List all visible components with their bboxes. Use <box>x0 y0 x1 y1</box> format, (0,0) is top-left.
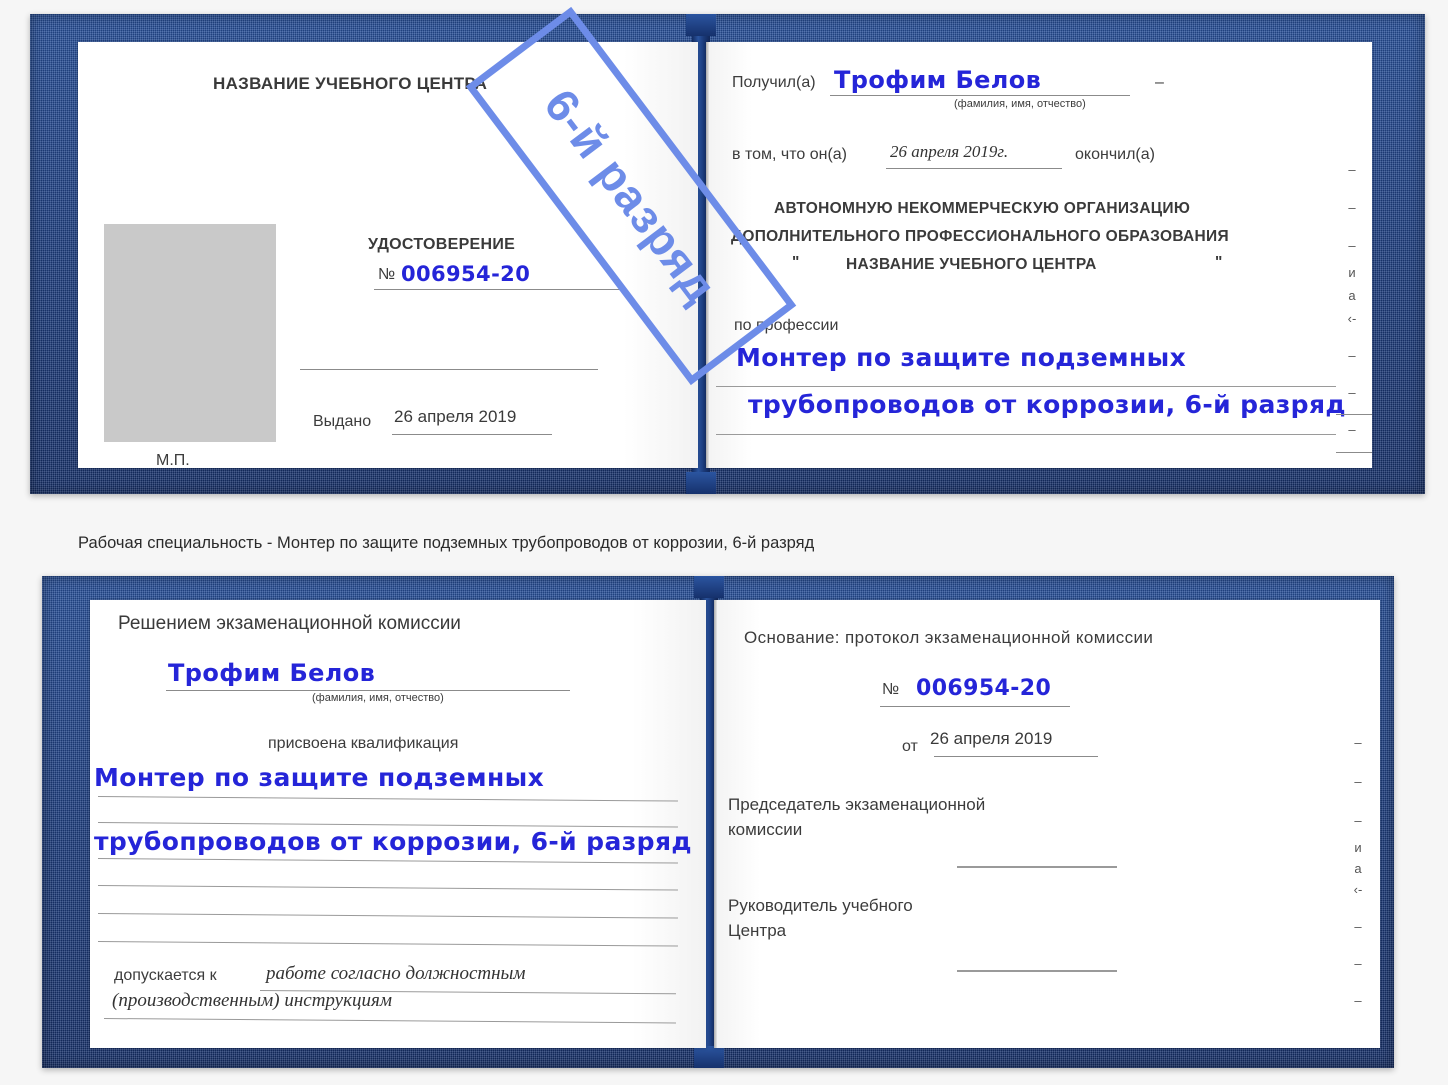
chairman-line-1: Председатель экзаменационной <box>728 795 986 814</box>
edge-frag: – <box>1354 956 1362 971</box>
profession-line-1: Монтер по защите подземных <box>736 343 1187 372</box>
certificate-number-label: № <box>378 266 396 283</box>
edge-stub-rule-1 <box>1336 414 1372 415</box>
edge-frag: – <box>1354 735 1362 750</box>
org-line-1: АВТОНОМНУЮ НЕКОММЕРЧЕСКУЮ ОРГАНИЗАЦИЮ <box>774 200 1191 217</box>
qual-rule-4 <box>97 885 678 891</box>
edge-frag: – <box>1348 348 1356 363</box>
spine-tab-top-upper <box>686 14 716 36</box>
seal-mark-label: М.П. <box>156 452 190 469</box>
edge-frag: – <box>1348 422 1356 437</box>
protocol-number-value: 006954-20 <box>916 676 1052 701</box>
fio-hint-top: (фамилия, имя, отчество) <box>954 98 1086 110</box>
allowed-value-1: работе согласно должностным <box>266 963 526 984</box>
bottom-left-header: Решением экзаменационной комиссии <box>118 613 461 634</box>
that-he-value: 26 апреля 2019г. <box>890 142 1009 161</box>
qual-rule-1 <box>97 796 678 802</box>
top-right-page: Получил(а) Трофим Белов (фамилия, имя, о… <box>706 42 1372 468</box>
issue-date-value: 26 апреля 2019 <box>394 407 517 426</box>
issue-date-rule <box>392 434 552 435</box>
bottom-right-fold <box>714 600 717 1048</box>
chairman-signature-rule <box>957 866 1117 868</box>
spine-tab-bottom-lower <box>694 1046 724 1068</box>
qual-rule-6 <box>97 941 678 947</box>
received-value: Трофим Белов <box>834 66 1042 94</box>
received-rule <box>830 95 1130 96</box>
org-line-3: НАЗВАНИЕ УЧЕБНОГО ЦЕНТРА <box>846 256 1097 273</box>
edge-stub-rule-2 <box>1336 452 1372 453</box>
allowed-value-2: (производственным) инструкциям <box>112 990 392 1011</box>
qualification-line-1: Монтер по защите подземных <box>94 763 545 792</box>
profession-label: по профессии <box>734 317 839 334</box>
bottom-right-page: Основание: протокол экзаменационной коми… <box>714 600 1380 1048</box>
head-line-1: Руководитель учебного <box>728 896 913 915</box>
qualification-label: присвоена квалификация <box>268 735 459 752</box>
qual-rule-3 <box>97 858 678 864</box>
org-line-2: ДОПОЛНИТЕЛЬНОГО ПРОФЕССИОНАЛЬНОГО ОБРАЗО… <box>731 228 1229 245</box>
edge-frag: а <box>1348 288 1356 303</box>
basis-label: Основание: протокол экзаменационной коми… <box>744 628 1154 647</box>
edge-frag: и <box>1354 840 1362 855</box>
top-left-blank-rule <box>300 369 598 370</box>
bottom-name-rule <box>166 690 570 691</box>
fio-hint-bottom: (фамилия, имя, отчество) <box>312 692 444 704</box>
profession-rule-2 <box>716 434 1336 435</box>
certificate-number-value: 006954-20 <box>401 262 531 286</box>
profession-rule-1 <box>716 386 1336 387</box>
certificate-number-rule <box>374 289 624 290</box>
bottom-left-page: Решением экзаменационной комиссии Трофим… <box>90 600 706 1048</box>
top-right-fold <box>706 42 709 468</box>
protocol-number-label: № <box>882 681 900 698</box>
received-dash: – <box>1155 74 1164 91</box>
edge-frag: – <box>1354 774 1362 789</box>
chairman-line-2: комиссии <box>728 820 803 839</box>
protocol-date-rule <box>934 756 1098 757</box>
spine-tab-bottom-upper <box>694 576 724 598</box>
photo-placeholder <box>104 224 276 442</box>
top-left-header: НАЗВАНИЕ УЧЕБНОГО ЦЕНТРА <box>213 74 488 93</box>
that-he-rule <box>886 168 1062 169</box>
bottom-right-edge-fragments: – – – и а ‹- – – – <box>1350 735 1366 1008</box>
head-line-2: Центра <box>728 921 787 940</box>
edge-frag: а <box>1354 861 1362 876</box>
allowed-label: допускается к <box>114 967 217 984</box>
edge-frag: – <box>1348 385 1356 400</box>
screenshot-root: НАЗВАНИЕ УЧЕБНОГО ЦЕНТРА УДОСТОВЕРЕНИЕ №… <box>0 0 1448 1085</box>
protocol-date-label: от <box>902 738 918 755</box>
edge-frag: и <box>1348 265 1356 280</box>
received-label: Получил(а) <box>732 74 816 91</box>
edge-frag: – <box>1354 813 1362 828</box>
edge-frag: – <box>1354 919 1362 934</box>
edge-frag: – <box>1348 200 1356 215</box>
bottom-name-value: Трофим Белов <box>168 659 376 687</box>
issue-date-label: Выдано <box>313 413 372 430</box>
top-right-edge-fragments: – – – и а ‹- – – – <box>1344 162 1360 437</box>
allowed-rule-2 <box>103 1018 676 1024</box>
that-he-label: в том, что он(а) <box>732 146 847 163</box>
edge-frag: – <box>1348 162 1356 177</box>
org-quote-close: " <box>1215 254 1223 271</box>
edge-frag: – <box>1348 238 1356 253</box>
finished-label: окончил(а) <box>1075 146 1155 163</box>
qual-rule-5 <box>97 913 678 919</box>
head-signature-rule <box>957 970 1117 972</box>
edge-frag: ‹- <box>1353 882 1363 897</box>
top-left-doc-title: УДОСТОВЕРЕНИЕ <box>368 236 516 253</box>
org-quote-open: " <box>792 254 800 271</box>
qualification-line-2: трубопроводов от коррозии, 6-й разряд <box>94 827 693 856</box>
spine-tab-top-lower <box>686 472 716 494</box>
image-caption: Рабочая специальность - Монтер по защите… <box>78 534 815 552</box>
top-left-page: НАЗВАНИЕ УЧЕБНОГО ЦЕНТРА УДОСТОВЕРЕНИЕ №… <box>78 42 698 469</box>
protocol-number-rule <box>880 706 1070 707</box>
profession-line-2: трубопроводов от коррозии, 6-й разряд <box>748 390 1347 419</box>
protocol-date-value: 26 апреля 2019 <box>930 729 1053 748</box>
edge-frag: ‹- <box>1347 311 1357 326</box>
edge-frag: – <box>1354 993 1362 1008</box>
